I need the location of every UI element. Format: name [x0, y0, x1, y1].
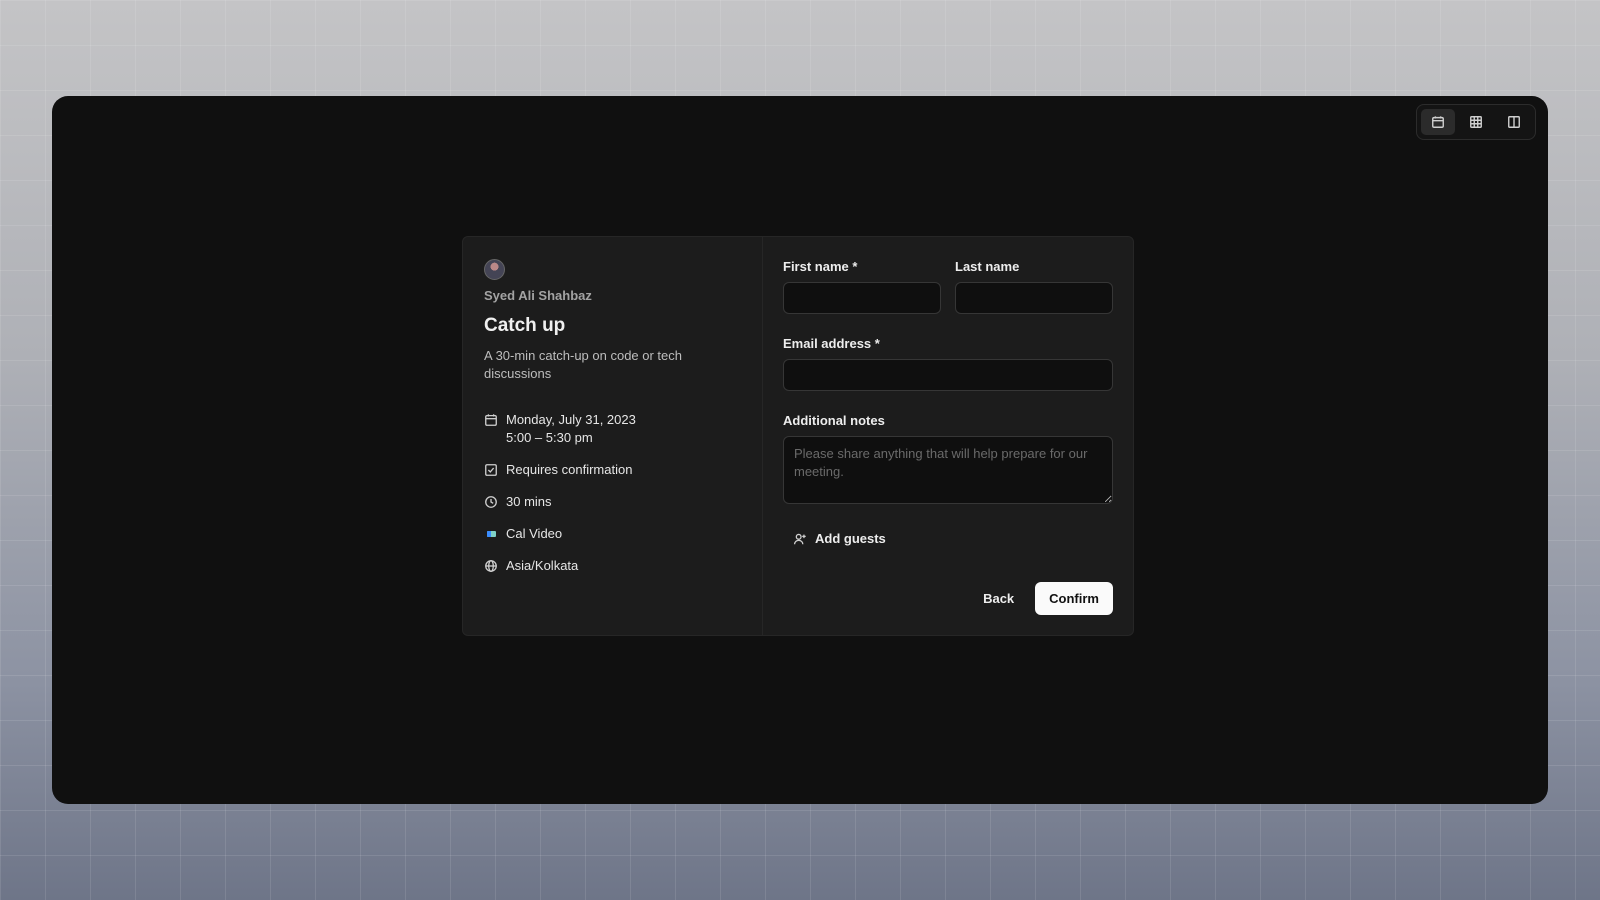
user-plus-icon — [793, 533, 806, 544]
event-description: A 30-min catch-up on code or tech discus… — [484, 348, 683, 381]
last-name-label: Last name — [955, 259, 1020, 274]
event-details-list: Monday, July 31, 2023 5:00 – 5:30 pm Req… — [484, 411, 741, 575]
timezone-text: Asia/Kolkata — [506, 558, 579, 573]
back-button[interactable]: Back — [970, 583, 1027, 614]
last-name-field: Last name — [955, 259, 1113, 314]
last-name-input[interactable] — [955, 282, 1113, 314]
detail-date: Monday, July 31, 2023 5:00 – 5:30 pm — [484, 411, 741, 447]
video-icon — [484, 525, 498, 543]
detail-timezone: Asia/Kolkata — [484, 557, 741, 575]
notes-label: Additional notes — [783, 413, 885, 428]
detail-duration: 30 mins — [484, 493, 741, 511]
booking-form: First name * Last name Email address * A… — [763, 237, 1133, 635]
detail-location: Cal Video — [484, 525, 741, 543]
column-view-button[interactable] — [1497, 109, 1531, 135]
name-row: First name * Last name — [783, 259, 1113, 314]
avatar — [484, 259, 505, 280]
checkbox-icon — [484, 461, 498, 479]
view-toggle — [1416, 104, 1536, 140]
first-name-field: First name * — [783, 259, 941, 314]
booking-window: Syed Ali Shahbaz Catch up A 30-min catch… — [52, 96, 1548, 804]
event-date: Monday, July 31, 2023 — [506, 412, 636, 427]
notes-field: Additional notes — [783, 413, 1113, 509]
booking-card: Syed Ali Shahbaz Catch up A 30-min catch… — [462, 236, 1134, 636]
host-name: Syed Ali Shahbaz — [484, 288, 592, 303]
event-title: Catch up — [484, 315, 566, 336]
notes-textarea[interactable] — [783, 436, 1113, 504]
columns-icon — [1508, 116, 1520, 128]
detail-confirmation: Requires confirmation — [484, 461, 741, 479]
calendar-icon — [484, 411, 498, 429]
event-details-panel: Syed Ali Shahbaz Catch up A 30-min catch… — [463, 237, 763, 635]
email-label: Email address * — [783, 336, 880, 351]
form-actions: Back Confirm — [970, 582, 1113, 615]
month-view-button[interactable] — [1421, 109, 1455, 135]
first-name-label: First name * — [783, 259, 858, 274]
location-text: Cal Video — [506, 526, 563, 541]
week-view-button[interactable] — [1459, 109, 1493, 135]
duration-text: 30 mins — [506, 494, 552, 509]
first-name-input[interactable] — [783, 282, 941, 314]
email-input[interactable] — [783, 359, 1113, 391]
add-guests-button[interactable]: Add guests — [783, 531, 896, 546]
confirmation-text: Requires confirmation — [506, 462, 633, 477]
globe-icon — [484, 557, 498, 575]
grid-icon — [1470, 116, 1482, 128]
event-time: 5:00 – 5:30 pm — [506, 430, 593, 445]
confirm-button[interactable]: Confirm — [1035, 582, 1113, 615]
add-guests-label: Add guests — [815, 531, 886, 546]
calendar-icon — [1432, 116, 1444, 128]
email-field: Email address * — [783, 336, 1113, 391]
clock-icon — [484, 493, 498, 511]
